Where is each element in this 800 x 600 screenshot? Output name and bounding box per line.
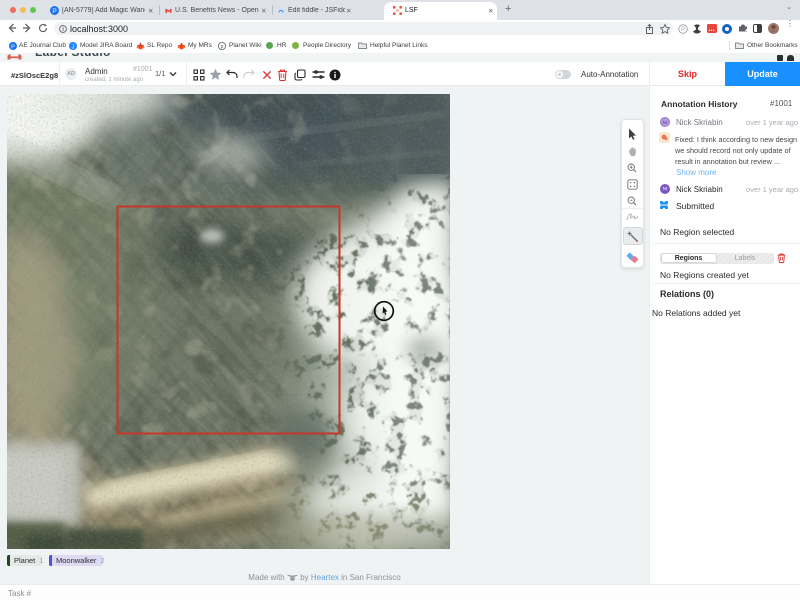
svg-text:P: P [52, 8, 56, 15]
svg-text:p: p [221, 44, 224, 50]
svg-text:P: P [681, 27, 685, 33]
svg-text:P: P [11, 44, 15, 50]
svg-text:J: J [72, 44, 75, 50]
